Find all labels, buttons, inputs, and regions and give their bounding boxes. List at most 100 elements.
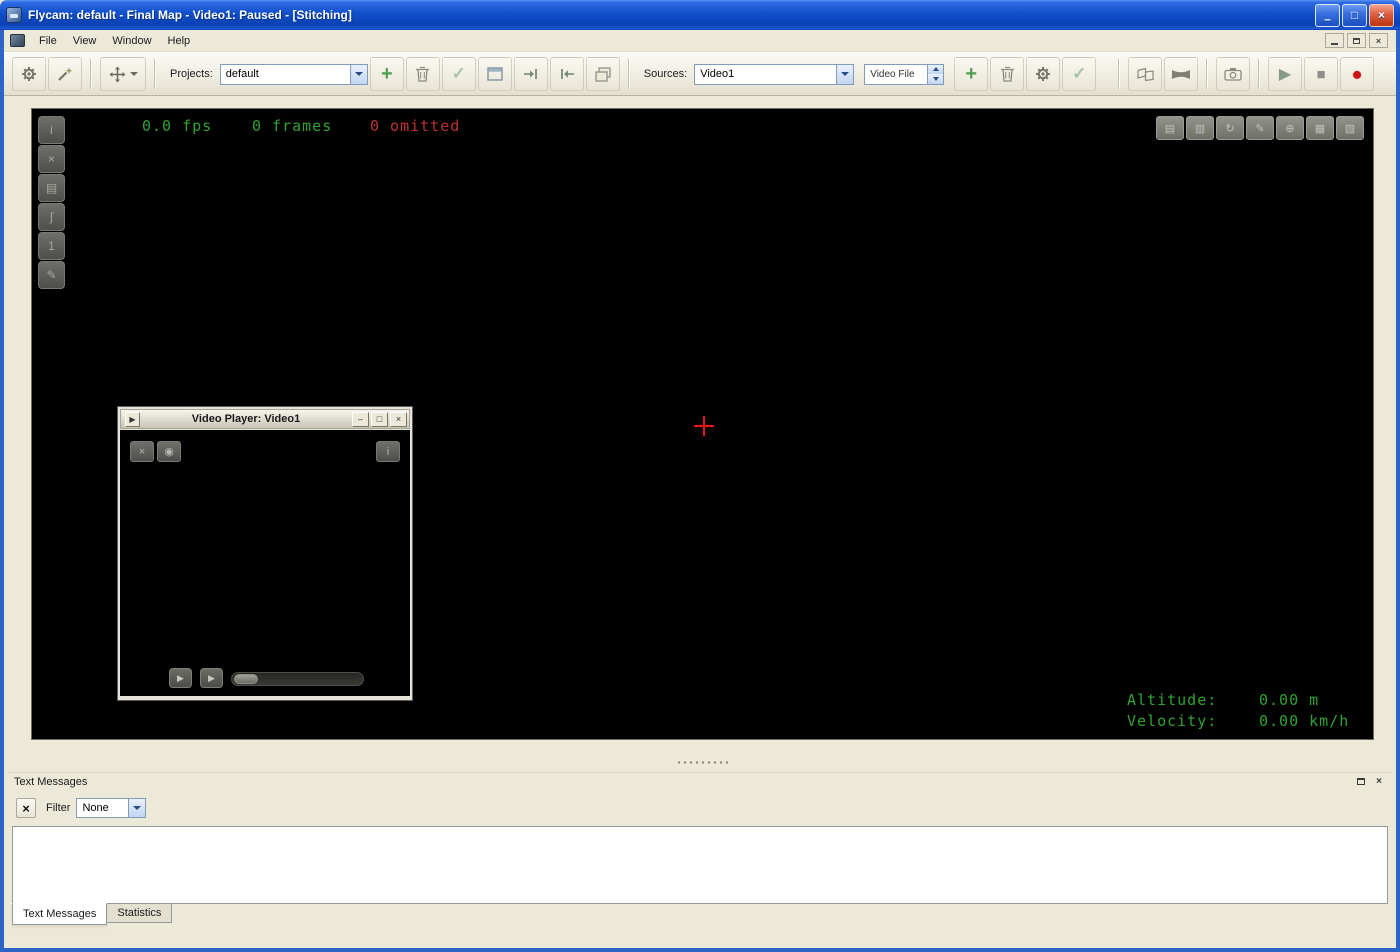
add-source-button[interactable]: + [954,57,989,91]
stitch-button[interactable] [1128,57,1162,91]
app-window: Flycam: default - Final Map - Video1: Pa… [0,0,1400,952]
menu-view[interactable]: View [65,32,105,50]
viewport-clear-button[interactable]: × [38,145,65,173]
mdi-close-button[interactable]: × [1369,33,1388,48]
messages-tabs: Text Messages Statistics [12,903,173,926]
stop-button[interactable]: ■ [1304,57,1338,91]
close-button[interactable]: × [1369,3,1394,27]
wand-button[interactable] [48,57,82,91]
tab-statistics[interactable]: Statistics [106,904,173,923]
move-tool-button[interactable] [100,57,146,91]
combo-arrow [841,72,850,76]
mdi-minimize-button[interactable] [1325,33,1344,48]
play-button[interactable]: ▶ [1268,57,1302,91]
viewport-layers-button[interactable]: ▤ [38,174,65,202]
snapshot-button[interactable] [1216,57,1250,91]
video-player-titlebar[interactable]: ▶ Video Player: Video1 – □ × [120,409,410,429]
panel-splitter-handle[interactable] [676,760,728,765]
export-project-button[interactable] [513,57,548,91]
map-viewport[interactable]: 0.0 fps 0 frames 0 omitted i × ▤ ∫ 1 ✎ ▤… [31,108,1374,740]
maximize-button[interactable]: □ [1342,3,1367,27]
viewport-tool-1-button[interactable]: ▤ [1156,116,1184,140]
minimize-button[interactable]: – [1315,3,1340,27]
menu-help[interactable]: Help [160,32,199,50]
chevron-down-icon [129,72,138,76]
viewport-tool-4-button[interactable]: ✎ [1246,116,1274,140]
viewport-draw-button[interactable]: ✎ [38,261,65,289]
new-window-button[interactable] [477,57,512,91]
viewport-tool-2-button[interactable]: ▥ [1186,116,1214,140]
plus-icon: + [965,63,978,85]
apply-project-button[interactable]: ✓ [441,57,476,91]
panel-close-button[interactable]: × [1372,775,1386,788]
altitude-label: Altitude: [1127,691,1218,709]
trash-icon [416,66,430,82]
move-tool-icon [109,66,125,82]
titlebar[interactable]: Flycam: default - Final Map - Video1: Pa… [0,0,1400,30]
player-step-button[interactable]: ▶ [169,668,192,688]
messages-list[interactable] [12,826,1388,904]
delete-project-button[interactable] [405,57,440,91]
player-menu-button[interactable]: ▶ [125,411,140,427]
player-seek-slider[interactable] [231,672,364,686]
viewport-tool-3-button[interactable]: ↻ [1216,116,1244,140]
video-player-content[interactable]: × ◉ i ▶ ▶ [120,430,410,696]
chevron-down-icon[interactable] [836,64,854,84]
apply-source-button[interactable]: ✓ [1062,57,1097,91]
source-type-value: Video File [870,68,915,80]
tab-text-messages[interactable]: Text Messages [12,903,108,925]
grid-icon: ▤ [1164,122,1176,135]
projects-select[interactable]: default [219,63,368,85]
menu-file[interactable]: File [31,32,65,50]
source-type-select[interactable]: Video File [864,63,945,85]
sources-select[interactable]: Video1 [694,63,855,85]
player-minimize-button[interactable]: – [352,411,369,427]
chevron-down-icon[interactable] [128,799,146,817]
player-close-overlay-button[interactable]: × [130,441,154,462]
player-play-button[interactable]: ▶ [200,668,223,688]
player-seek-thumb[interactable] [234,674,258,684]
panel-float-button[interactable] [1354,775,1368,788]
cascade-windows-button[interactable] [585,57,620,91]
altitude-value: 0.00 m [1259,691,1320,709]
mdi-restore-button[interactable] [1347,33,1366,48]
viewport-info-button[interactable]: i [38,116,65,144]
velocity-label: Velocity: [1127,712,1218,730]
viewport-tool-6-button[interactable]: ▦ [1306,116,1334,140]
messages-toolbar: × Filter None [8,793,1392,823]
spin-up-icon[interactable] [928,64,944,74]
close-icon: × [138,445,146,458]
player-info-button[interactable]: i [376,441,400,462]
float-icon [1357,778,1365,785]
settings-button[interactable] [12,57,46,91]
player-maximize-button[interactable]: □ [371,411,388,427]
filter-select[interactable]: None [76,798,147,818]
viewport-left-toolbar: i × ▤ ∫ 1 ✎ [38,116,65,289]
add-project-button[interactable]: + [369,57,404,91]
panorama-button[interactable] [1164,57,1198,91]
menu-window[interactable]: Window [104,32,159,50]
viewport-scale-button[interactable]: 1 [38,232,65,260]
clear-messages-button[interactable]: × [16,798,36,818]
sources-selected-value: Video1 [700,68,735,80]
delete-source-button[interactable] [990,57,1025,91]
player-capture-button[interactable]: ◉ [157,441,181,462]
toolbar-separator [1118,59,1120,89]
messages-panel-header: Text Messages × [8,772,1392,790]
record-button[interactable]: ● [1340,57,1374,91]
toolbar-separator [627,59,630,89]
source-type-spinner[interactable] [927,64,944,84]
toolbar-separator [90,59,92,89]
source-settings-button[interactable] [1026,57,1061,91]
toolbar-separator [154,59,156,89]
viewport-tool-5-button[interactable]: ⊕ [1276,116,1304,140]
spin-down-icon[interactable] [928,74,944,84]
viewport-path-button[interactable]: ∫ [38,203,65,231]
viewport-tool-7-button[interactable]: ▧ [1336,116,1364,140]
mdi-child-icon[interactable] [10,34,25,47]
video-player-window[interactable]: ▶ Video Player: Video1 – □ × × ◉ i ▶ ▶ [117,406,413,701]
chevron-down-icon[interactable] [349,64,367,84]
player-close-button[interactable]: × [390,411,407,427]
import-project-button[interactable] [549,57,584,91]
toolbar-separator [1258,59,1260,89]
